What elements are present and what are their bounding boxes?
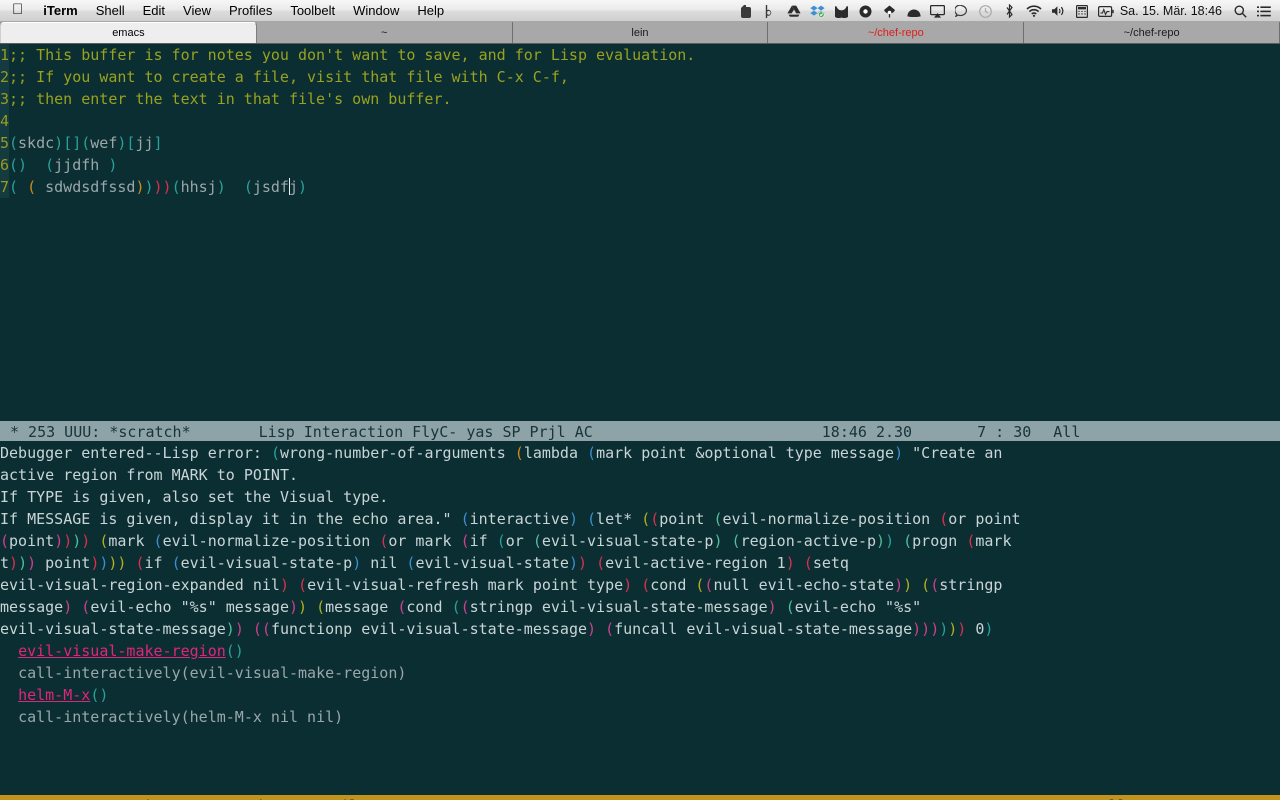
- line-number: 7: [0, 176, 10, 198]
- backtrace-line: Debugger entered--Lisp error: (wrong-num…: [0, 444, 1003, 462]
- line-number: 2: [0, 66, 10, 88]
- line-text-colored: ( ( sdwdsdfssd))))(hhsj) (jsdfj): [9, 178, 308, 196]
- backtrace-mode-line: % 965 UUU: *Backtrace*Debugger Prjl18:46…: [0, 794, 1280, 800]
- line-number: 4: [0, 110, 10, 132]
- apple-logo-icon[interactable]: : [0, 2, 34, 17]
- backtrace-line: If TYPE is given, also set the Visual ty…: [0, 488, 389, 506]
- menu-item-window[interactable]: Window: [344, 0, 408, 22]
- time-machine-icon[interactable]: [974, 0, 998, 22]
- bluetooth-icon[interactable]: [998, 0, 1022, 22]
- evernote-icon[interactable]: [734, 0, 758, 22]
- backtrace-frame[interactable]: helm-M-x(): [0, 684, 1280, 706]
- scratch-mode-line: * 253 UUU: *scratch* Lisp Interaction Fly…: [0, 420, 1280, 442]
- tab-home[interactable]: ~: [256, 22, 513, 43]
- wifi-icon[interactable]: [1022, 0, 1046, 22]
- buffer-line: 5(skdc)[](wef)[jj]: [0, 132, 1280, 154]
- spotlight-search-icon[interactable]: [1228, 0, 1252, 22]
- line-number: 1: [0, 44, 10, 66]
- menu-item-edit[interactable]: Edit: [134, 0, 174, 22]
- backtrace-frame-link[interactable]: evil-visual-make-region: [18, 642, 226, 660]
- airplay-icon[interactable]: [926, 0, 950, 22]
- buffer-line: 3;; then enter the text in that file's o…: [0, 88, 1280, 110]
- menu-item-view[interactable]: View: [174, 0, 220, 22]
- backtrace-line: evil-visual-region-expanded nil) (evil-v…: [0, 576, 1003, 594]
- buffer-line: 4: [0, 110, 1280, 132]
- menu-item-help[interactable]: Help: [408, 0, 453, 22]
- backtrace-frame: call-interactively(helm-M-x nil nil): [0, 706, 1280, 728]
- google-drive-icon[interactable]: [782, 0, 806, 22]
- macos-menu-bar:  iTerm Shell Edit View Profiles Toolbel…: [0, 0, 1280, 22]
- tab-emacs[interactable]: emacs: [0, 22, 257, 43]
- menu-bar-status-area: Sa. 15. Mär. 18:46: [734, 0, 1276, 22]
- menu-bar-clock[interactable]: Sa. 15. Mär. 18:46: [1118, 4, 1228, 18]
- backtrace-frame-link[interactable]: helm-M-x: [18, 686, 90, 704]
- notification-center-icon[interactable]: [1252, 0, 1276, 22]
- line-text: ;; then enter the text in that file's ow…: [9, 90, 452, 108]
- line-text-colored: () (jjdfh ): [9, 156, 118, 174]
- modeline-buffer-info: * 253 UUU: *scratch*: [10, 423, 191, 441]
- backtrace-frame[interactable]: evil-visual-make-region(): [0, 640, 1280, 662]
- backtrace-line: (point)))) (mark (evil-normalize-positio…: [0, 532, 1012, 550]
- menu-item-toolbelt[interactable]: Toolbelt: [281, 0, 344, 22]
- backtrace-line: active region from MARK to POINT.: [0, 466, 299, 484]
- line-number: 3: [0, 88, 10, 110]
- line-number: 5: [0, 132, 10, 154]
- modeline-percent: All: [1053, 423, 1081, 441]
- terminal-emacs-frame: 1;; This buffer is for notes you don't w…: [0, 44, 1280, 800]
- disk-target-icon[interactable]: [854, 0, 878, 22]
- backtrace-window[interactable]: Debugger entered--Lisp error: (wrong-num…: [0, 442, 1280, 794]
- backtrace-frame-text: call-interactively(evil-visual-make-regi…: [18, 664, 407, 682]
- dropbox-icon[interactable]: [806, 0, 830, 22]
- buffer-line: 6() (jjdfh ): [0, 154, 1280, 176]
- tab-chef-repo-1[interactable]: ~/chef-repo: [768, 22, 1025, 43]
- line-number: 6: [0, 154, 10, 176]
- backtrace-line: message) (evil-echo "%s" message)) (mess…: [0, 598, 922, 616]
- line-text-colored: (skdc)[](wef)[jj]: [9, 134, 163, 152]
- backtrace-line: If MESSAGE is given, display it in the e…: [0, 510, 1021, 528]
- buffer-line: 1;; This buffer is for notes you don't w…: [0, 44, 1280, 66]
- modeline-position: 7 : 30: [977, 423, 1032, 441]
- calculator-icon[interactable]: [1070, 0, 1094, 22]
- menu-item-profiles[interactable]: Profiles: [220, 0, 281, 22]
- backtrace-line: evil-visual-state-message)) ((functionp …: [0, 620, 994, 638]
- istat-activity-icon[interactable]: [1094, 0, 1118, 22]
- buffer-line: 2;; If you want to create a file, visit …: [0, 66, 1280, 88]
- menu-item-shell[interactable]: Shell: [87, 0, 134, 22]
- scratch-window[interactable]: 1;; This buffer is for notes you don't w…: [0, 44, 1280, 420]
- owl-icon[interactable]: [830, 0, 854, 22]
- line-text: ;; If you want to create a file, visit t…: [9, 68, 569, 86]
- backblaze-icon[interactable]: [758, 0, 782, 22]
- backtrace-frame: call-interactively(evil-visual-make-regi…: [0, 662, 1280, 684]
- backtrace-line: t))) point)))) (if (evil-visual-state-p)…: [0, 554, 849, 572]
- modeline-time: 18:46 2.30: [821, 423, 913, 441]
- crashplan-icon[interactable]: [878, 0, 902, 22]
- volume-icon[interactable]: [1046, 0, 1070, 22]
- menu-item-iterm[interactable]: iTerm: [34, 0, 86, 22]
- buffer-line: 7( ( sdwdsdfssd))))(hhsj) (jsdfj): [0, 176, 1280, 198]
- tab-chef-repo-2[interactable]: ~/chef-repo: [1024, 22, 1280, 43]
- iterm-tab-bar: emacs ~ lein ~/chef-repo ~/chef-repo: [0, 22, 1280, 44]
- bowler-hat-icon[interactable]: [902, 0, 926, 22]
- messages-icon[interactable]: [950, 0, 974, 22]
- line-text: ;; This buffer is for notes you don't wa…: [9, 46, 696, 64]
- backtrace-frame-text: call-interactively(helm-M-x nil nil): [18, 708, 344, 726]
- backtrace-frame-args: (): [90, 686, 109, 704]
- backtrace-frame-args: (): [225, 642, 244, 660]
- modeline-modes: Lisp Interaction FlyC- yas SP Prjl AC: [258, 423, 593, 441]
- tab-lein[interactable]: lein: [512, 22, 769, 43]
